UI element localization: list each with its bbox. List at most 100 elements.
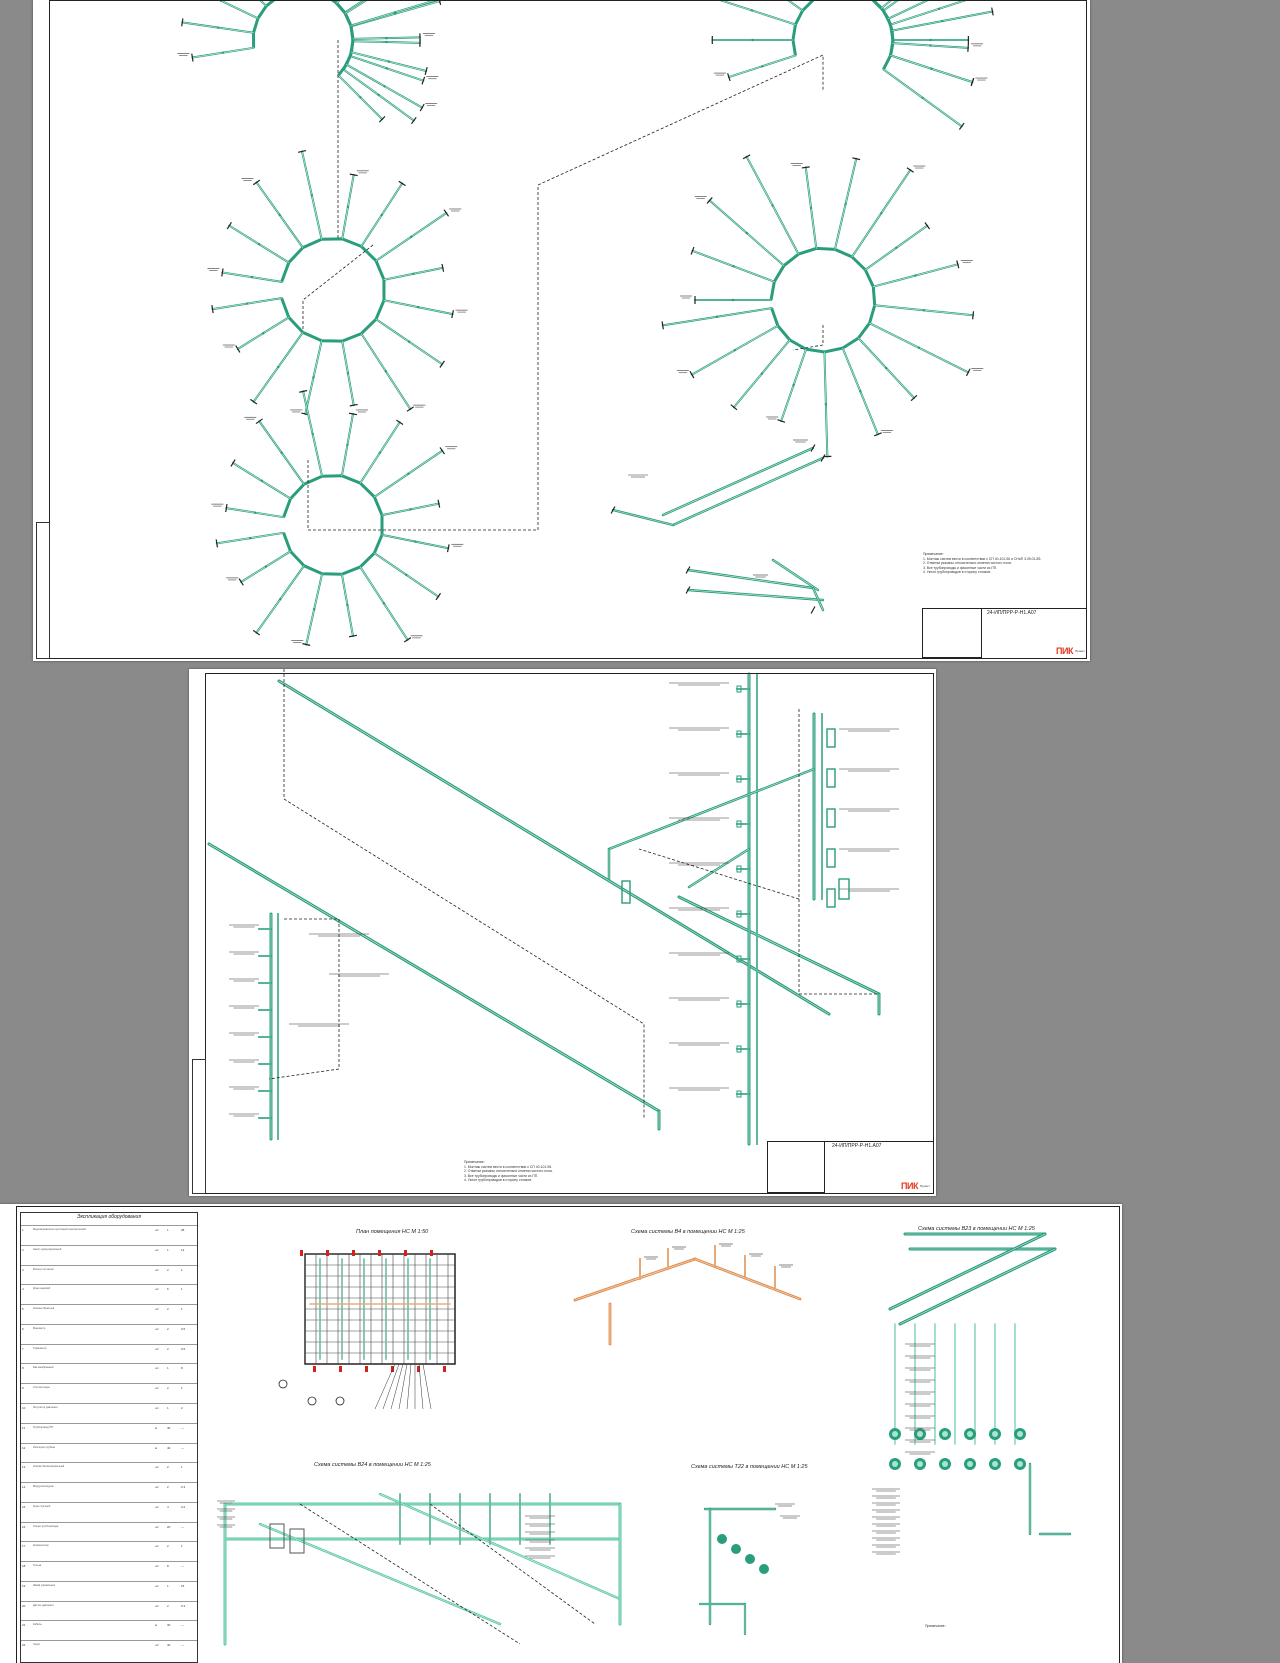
spec-cell-mass: — <box>181 1564 184 1569</box>
pipe-fitting <box>312 607 316 611</box>
spec-cell-num: 5 <box>22 1307 24 1312</box>
spec-cell-desc: Насос циркуляционный <box>33 1247 62 1251</box>
spec-cell-desc: Шкаф управления <box>33 1583 56 1587</box>
spec-cell-mass: — <box>181 1524 184 1529</box>
spec-row: 20 Датчик давления шт 2 0.3 <box>21 1600 197 1622</box>
pipe-highlight <box>678 896 880 995</box>
pipe-fitting <box>277 365 280 369</box>
spec-row: 22 Хомут шт 40 — <box>21 1640 197 1661</box>
spec-cell-mass: 1 <box>181 1386 183 1391</box>
pipe-fitting <box>385 67 389 70</box>
spec-cell-qty: 1 <box>167 1405 169 1410</box>
spec-cell-unit: шт <box>155 1524 159 1529</box>
pipe-fitting <box>884 366 888 370</box>
pipe-end-cap <box>967 43 969 52</box>
spec-cell-desc: Хомут <box>33 1643 41 1647</box>
spec-cell-qty: 20 <box>167 1524 171 1529</box>
pipe-fitting <box>253 511 257 514</box>
spec-cell-qty: 2 <box>167 1326 169 1331</box>
pipe-fitting <box>310 194 314 197</box>
pipe-fitting <box>941 19 944 23</box>
spec-cell-unit: шт <box>155 1485 159 1490</box>
spec-cell-qty: 2 <box>167 1386 169 1391</box>
spec-cell-qty: 4 <box>167 1504 169 1509</box>
pipe-fitting <box>859 390 862 393</box>
riser-loop <box>826 768 836 788</box>
pipe-segment <box>882 0 900 12</box>
pipe-fitting <box>377 93 380 97</box>
spec-cell-unit: м <box>155 1425 158 1430</box>
note-line: 4. Уклон трубопроводов в сторону стояков… <box>923 570 991 574</box>
pipe-fitting <box>809 206 813 210</box>
spec-cell-unit: шт <box>155 1405 159 1410</box>
spec-row: 5 Клапан обратный шт 2 1 <box>21 1304 197 1325</box>
pipe-fitting <box>384 370 388 373</box>
spec-cell-desc: Датчик давления <box>33 1603 54 1607</box>
spec-cell-qty: 40 <box>167 1445 171 1450</box>
spec-cell-unit: шт <box>155 1326 159 1331</box>
pipe-fitting <box>412 272 415 275</box>
valve-cluster <box>745 1554 755 1564</box>
pipe-fitting <box>260 479 263 483</box>
pipe-end-cap <box>349 403 358 407</box>
pipe-highlight <box>662 447 814 516</box>
company-logo: ПИК <box>901 1181 918 1191</box>
pipe-end-cap <box>451 310 454 319</box>
spec-cell-qty: 2 <box>167 1465 169 1470</box>
equipment-specification-table: Экспликация оборудования 1 Водонагревател… <box>20 1212 198 1663</box>
spec-cell-desc: Компенсатор <box>33 1544 49 1548</box>
spec-cell-desc: Клапан балансировочный <box>33 1465 65 1469</box>
distribution-ring <box>282 474 384 576</box>
spec-cell-desc: Изоляция трубная <box>33 1445 56 1449</box>
pipe-fitting <box>250 275 254 279</box>
dashed-connection <box>299 1503 521 1645</box>
spec-cell-num: 3 <box>22 1267 24 1272</box>
pipe-end-cap <box>215 539 219 548</box>
spec-row: 10 Регулятор давления шт 1 2 <box>21 1402 197 1424</box>
spec-row: 1 Водонагреватель проточный электрический… <box>21 1225 197 1246</box>
spec-cell-num: 17 <box>22 1544 26 1549</box>
spec-cell-unit: шт <box>155 1564 159 1569</box>
spec-cell-mass: 0.3 <box>181 1485 186 1490</box>
red-marker <box>300 1250 303 1256</box>
drawing-code: 24-ИП/ПРР-Р-Н1.А07 <box>987 610 1037 616</box>
dashed-connection <box>302 244 374 330</box>
spec-row: 12 Изоляция трубная м 40 — <box>21 1442 197 1464</box>
spec-title: Экспликация оборудования <box>77 1214 141 1220</box>
note-line: 4. Уклон трубопроводов в сторону стояков… <box>464 1178 532 1182</box>
pump-unit-core <box>1017 1431 1023 1437</box>
pipe-highlight <box>899 1248 1056 1325</box>
pump-unit-core <box>942 1431 948 1437</box>
riser-loop <box>826 848 836 868</box>
red-marker <box>365 1366 368 1372</box>
spec-cell-unit: шт <box>155 1603 159 1608</box>
spec-cell-mass: 1 <box>181 1287 183 1292</box>
dashed-connection <box>638 848 800 900</box>
pipe-fitting <box>715 315 719 318</box>
spec-cell-num: 10 <box>22 1405 26 1410</box>
pipe-highlight <box>787 0 803 11</box>
callout-leader <box>422 1363 432 1410</box>
spec-cell-desc: Трубопровод ПП <box>33 1425 54 1429</box>
spec-cell-num: 22 <box>22 1643 26 1648</box>
pipe-fitting <box>257 242 261 246</box>
pipe-highlight <box>687 589 824 601</box>
pipe-fitting <box>279 598 282 601</box>
spec-cell-num: 1 <box>22 1228 24 1232</box>
spec-cell-mass: — <box>181 1445 184 1450</box>
spec-cell-unit: шт <box>155 1307 159 1312</box>
spec-cell-unit: м <box>155 1623 158 1628</box>
spec-row: 13 Клапан балансировочный шт 2 1 <box>21 1462 197 1483</box>
pipe-segment <box>716 0 797 26</box>
pipe-fitting <box>917 346 921 349</box>
spec-cell-num: 7 <box>22 1346 24 1351</box>
pipe-end-cap <box>302 643 311 646</box>
spec-cell-unit: шт <box>155 1583 159 1588</box>
spec-row: 6 Манометр шт 2 0.5 <box>21 1323 197 1345</box>
pipe-fitting <box>405 573 408 577</box>
riser-loop <box>826 888 836 908</box>
pipe-end-cap <box>441 263 445 272</box>
spec-cell-unit: шт <box>155 1287 159 1292</box>
pipe-fitting <box>760 372 764 375</box>
red-marker <box>326 1250 329 1256</box>
